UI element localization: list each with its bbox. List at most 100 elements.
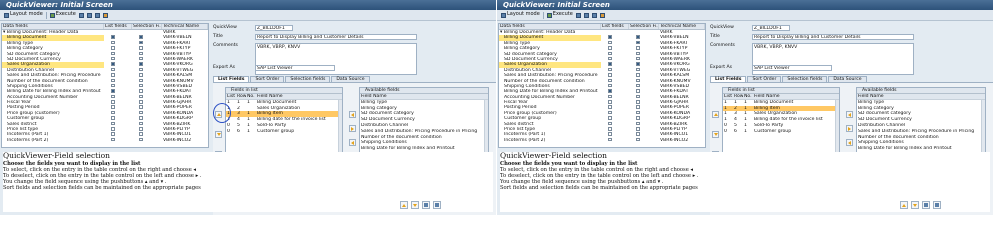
selection-field-checkbox[interactable] — [139, 46, 143, 50]
find-field-button[interactable] — [933, 201, 941, 209]
execute-button[interactable]: Execute — [49, 11, 76, 20]
selection-field-checkbox[interactable] — [636, 51, 640, 56]
list-field-checkbox[interactable] — [111, 105, 115, 109]
list-field-checkbox[interactable] — [111, 89, 115, 93]
selection-field-checkbox[interactable] — [636, 67, 640, 72]
list-field-checkbox[interactable] — [111, 46, 115, 50]
sort-descending-button[interactable] — [411, 201, 419, 209]
execute-button[interactable]: Execute — [546, 11, 573, 20]
print-button[interactable] — [591, 11, 597, 20]
selection-field-checkbox[interactable] — [636, 127, 640, 131]
quickview-name-field[interactable]: Z_BILLDOF1 — [752, 25, 790, 31]
list-field-checkbox[interactable] — [608, 121, 612, 126]
list-field-checkbox[interactable] — [608, 132, 612, 136]
list-field-checkbox[interactable] — [111, 121, 115, 126]
selection-field-checkbox[interactable] — [636, 35, 640, 39]
list-field-checkbox[interactable] — [111, 83, 115, 88]
list-field-checkbox[interactable] — [111, 67, 115, 72]
selection-field-checkbox[interactable] — [139, 67, 143, 72]
selection-field-checkbox[interactable] — [139, 116, 143, 120]
layout-mode-button[interactable]: Layout mode — [4, 11, 43, 20]
selection-field-checkbox[interactable] — [139, 89, 143, 93]
list-field-checkbox[interactable] — [608, 127, 612, 131]
info-button[interactable] — [102, 11, 108, 20]
selection-field-checkbox[interactable] — [636, 83, 640, 88]
selection-field-checkbox[interactable] — [636, 100, 640, 104]
list-field-checkbox[interactable] — [111, 51, 115, 56]
list-field-checkbox[interactable] — [111, 78, 115, 83]
list-field-checkbox[interactable] — [608, 73, 612, 77]
selection-field-checkbox[interactable] — [636, 94, 640, 99]
selection-field-checkbox[interactable] — [139, 51, 143, 56]
selection-field-checkbox[interactable] — [636, 46, 640, 50]
list-field-checkbox[interactable] — [111, 100, 115, 104]
filter-button[interactable] — [922, 201, 930, 209]
data-fields-tree[interactable]: Data fields List fields Selection Fi... Tec… — [1, 23, 209, 148]
move-up-button[interactable] — [712, 111, 719, 118]
move-down-button[interactable] — [712, 131, 719, 138]
selection-field-checkbox[interactable] — [636, 105, 640, 109]
list-field-checkbox[interactable] — [608, 116, 612, 120]
selection-field-checkbox[interactable] — [139, 73, 143, 77]
info-button[interactable] — [599, 11, 605, 20]
find-field-button[interactable] — [433, 201, 441, 209]
selection-field-checkbox[interactable] — [636, 78, 640, 83]
list-field-checkbox[interactable] — [111, 94, 115, 99]
quickview-name-field[interactable]: Z_BILLDOF1 — [255, 25, 293, 31]
list-field-checkbox[interactable] — [608, 67, 612, 72]
selection-field-checkbox[interactable] — [139, 40, 143, 45]
list-field-checkbox[interactable] — [608, 40, 612, 45]
selection-field-checkbox[interactable] — [139, 105, 143, 109]
selection-field-checkbox[interactable] — [636, 56, 640, 61]
selection-field-checkbox[interactable] — [139, 137, 143, 142]
list-field-checkbox[interactable] — [608, 110, 612, 115]
selection-field-checkbox[interactable] — [636, 62, 640, 66]
selection-field-checkbox[interactable] — [636, 40, 640, 45]
list-field-checkbox[interactable] — [608, 56, 612, 61]
list-field-checkbox[interactable] — [608, 137, 612, 142]
list-field-checkbox[interactable] — [608, 105, 612, 109]
tree-row[interactable]: Incoterms (Part 2) VBRK-INCO2 — [499, 137, 705, 143]
data-fields-tree[interactable]: Data fields List fields Selection Fi... Tec… — [498, 23, 706, 148]
list-field-checkbox[interactable] — [111, 40, 115, 45]
export-as-dropdown[interactable]: SAP List Viewer — [752, 65, 832, 71]
sort-ascending-button[interactable] — [400, 201, 408, 209]
selection-field-checkbox[interactable] — [636, 73, 640, 77]
tree-row[interactable]: Incoterms (Part 2) VBRK-INCO2 — [2, 137, 208, 143]
save-button[interactable] — [78, 11, 84, 20]
export-as-dropdown[interactable]: SAP List Viewer — [255, 65, 335, 71]
selection-field-checkbox[interactable] — [636, 121, 640, 126]
layout-mode-button[interactable]: Layout mode — [501, 11, 540, 20]
list-field-checkbox[interactable] — [608, 89, 612, 93]
list-field-checkbox[interactable] — [608, 51, 612, 56]
list-field-checkbox[interactable] — [608, 94, 612, 99]
find-button[interactable] — [583, 11, 589, 20]
save-button[interactable] — [575, 11, 581, 20]
list-field-checkbox[interactable] — [111, 73, 115, 77]
sort-descending-button[interactable] — [911, 201, 919, 209]
add-field-button[interactable] — [846, 111, 853, 118]
list-field-checkbox[interactable] — [111, 116, 115, 120]
list-field-checkbox[interactable] — [111, 62, 115, 66]
selection-field-checkbox[interactable] — [139, 62, 143, 66]
title-field[interactable]: Report to Display Billing and Customer D… — [255, 34, 417, 40]
table-row[interactable]: 0 6 1 Customer group — [723, 129, 839, 135]
filter-button[interactable] — [422, 201, 430, 209]
add-field-button[interactable] — [349, 111, 356, 118]
list-field-checkbox[interactable] — [608, 62, 612, 66]
move-down-button[interactable] — [215, 131, 222, 138]
sort-ascending-button[interactable] — [900, 201, 908, 209]
add-all-button[interactable] — [846, 139, 853, 146]
selection-field-checkbox[interactable] — [636, 89, 640, 93]
selection-field-checkbox[interactable] — [139, 127, 143, 131]
selection-field-checkbox[interactable] — [139, 132, 143, 136]
table-row[interactable]: 0 6 1 Customer group — [226, 129, 342, 135]
selection-field-checkbox[interactable] — [139, 121, 143, 126]
remove-field-button[interactable] — [349, 125, 356, 132]
selection-field-checkbox[interactable] — [636, 110, 640, 115]
list-field-checkbox[interactable] — [111, 132, 115, 136]
selection-field-checkbox[interactable] — [139, 35, 143, 39]
selection-field-checkbox[interactable] — [636, 137, 640, 142]
selection-field-checkbox[interactable] — [139, 83, 143, 88]
selection-field-checkbox[interactable] — [139, 110, 143, 115]
